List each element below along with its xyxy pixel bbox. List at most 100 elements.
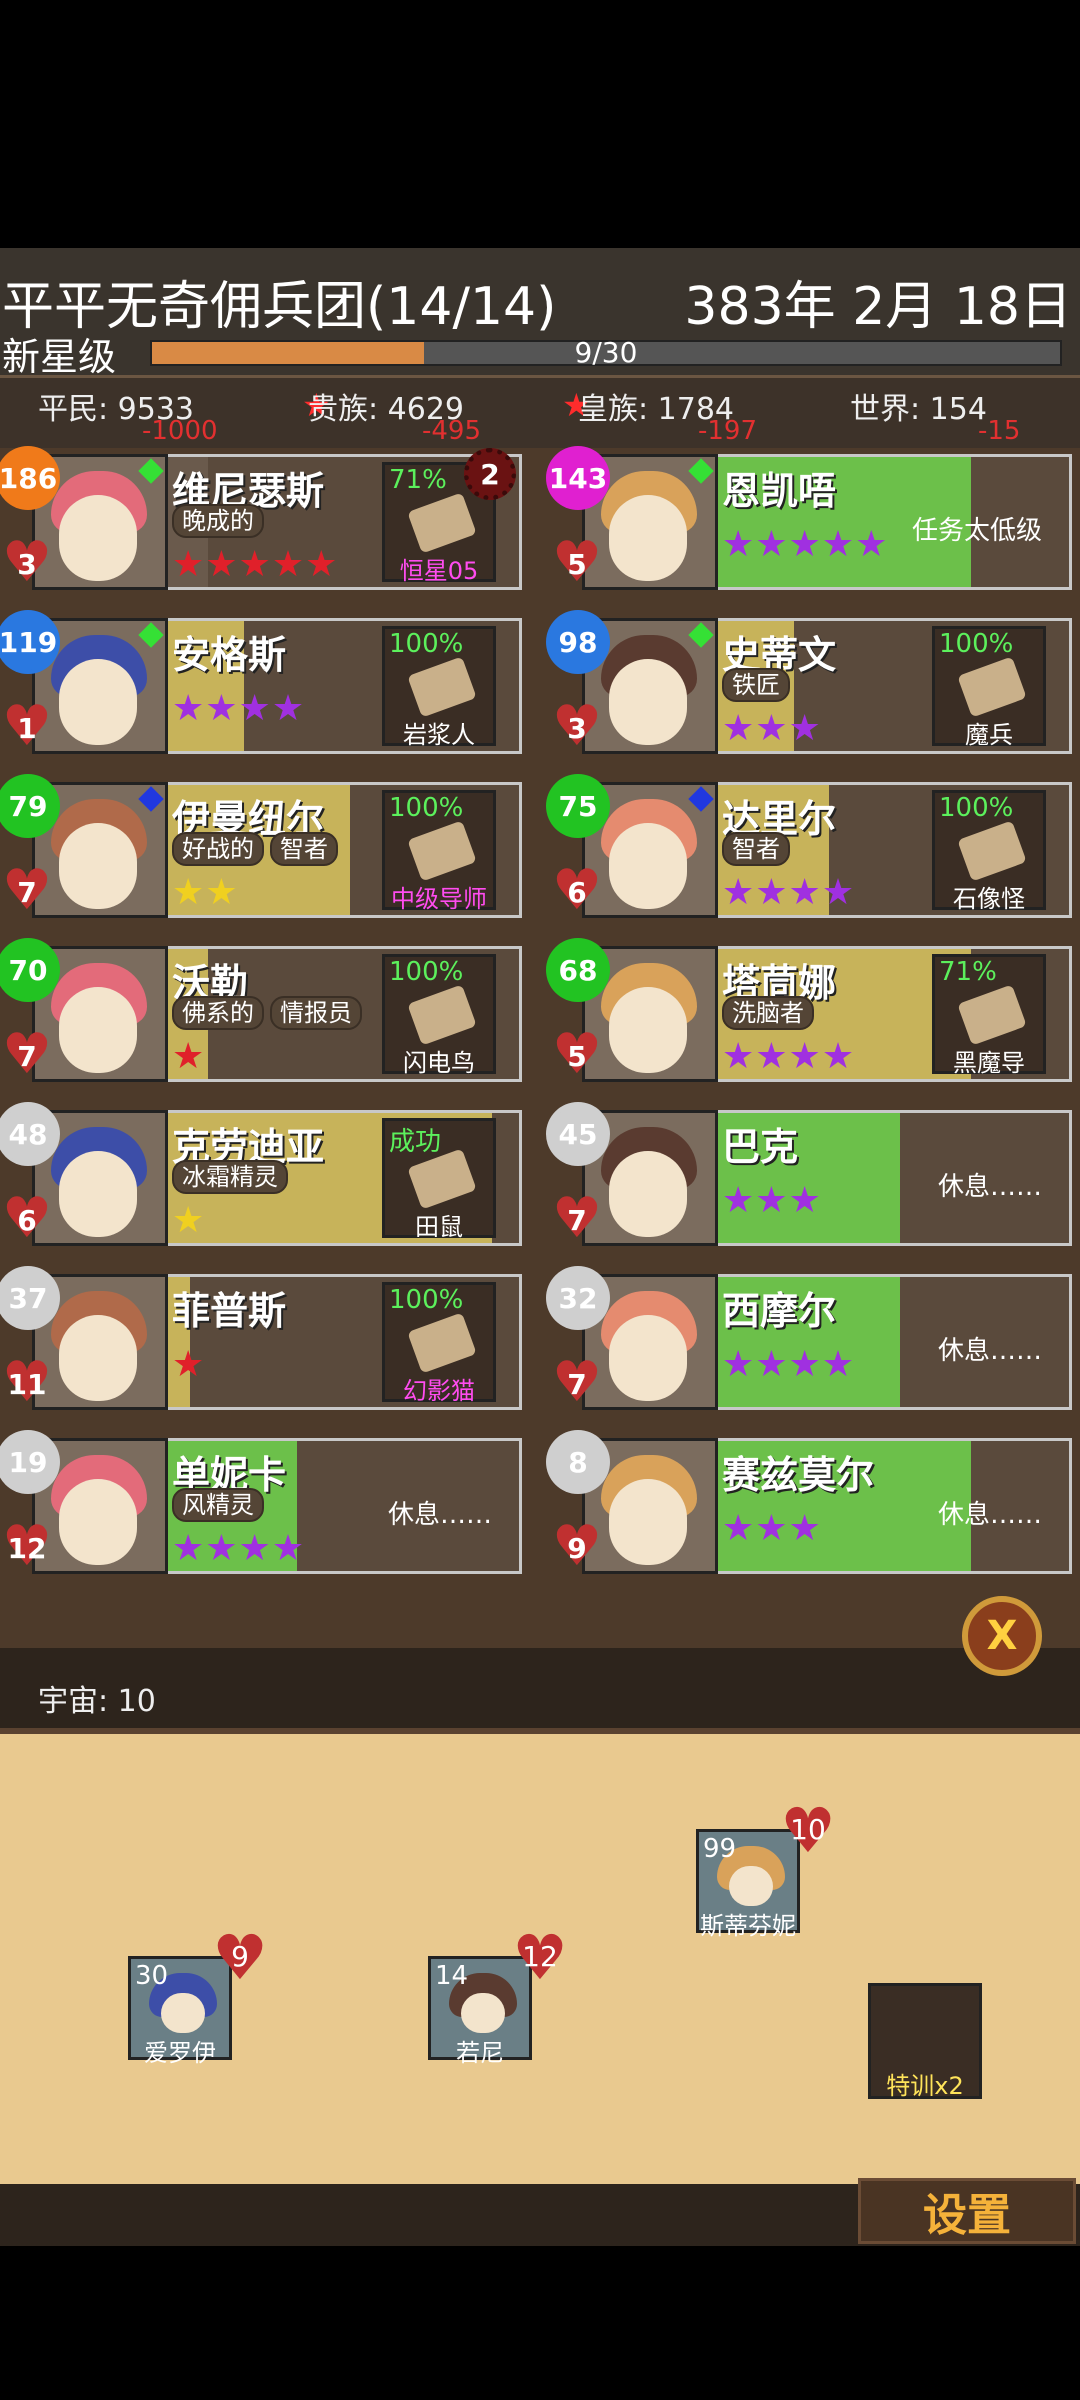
task-percent: 100%	[389, 793, 464, 823]
task-slot[interactable]: 100% 石像怪	[932, 790, 1046, 913]
unit-level: 30	[135, 1961, 169, 1991]
face	[461, 1993, 505, 2033]
mercenary-roster: 186 ♥ 3 维尼瑟斯 晚成的 ★★★★★ 71% 恒星05 2 143 ♥ 5 恩凯唔 ★★★★★ 任务…	[0, 446, 1080, 1648]
task-name: 中级导师	[391, 885, 487, 913]
task-name: 石像怪	[953, 885, 1025, 913]
hp-value: 3	[567, 712, 587, 745]
task-name: 黑魔导	[953, 1049, 1025, 1077]
mercenary-card[interactable]: 79 ♥ 7 伊曼纽尔 好战的 智者 ★★ 100% 中级导师	[0, 774, 522, 919]
face	[729, 1866, 773, 1906]
task-percent: 100%	[389, 629, 464, 659]
settings-button[interactable]: 设置	[858, 2178, 1076, 2244]
star-rating: ★★★	[722, 1508, 822, 1549]
scroll-icon	[407, 1312, 477, 1374]
hp-value: 7	[17, 876, 37, 909]
settings-label: 设置	[923, 2190, 1011, 2241]
stat-royal-diff: -197	[698, 416, 758, 446]
special-training-slot[interactable]: 特训x2	[868, 1983, 982, 2100]
face	[161, 1993, 205, 2033]
level-badge: 45	[546, 1102, 610, 1166]
trait-list: 好战的 智者	[172, 832, 344, 866]
mercenary-card[interactable]: 75 ♥ 6 达里尔 智者 ★★★★ 100% 石像怪	[546, 774, 1072, 919]
trait-list: 冰霜精灵	[172, 1160, 294, 1194]
task-percent: 成功	[389, 1127, 442, 1157]
task-name: 闪电鸟	[403, 1049, 475, 1077]
hp-value: 12	[522, 1940, 558, 1973]
task-slot[interactable]: 成功 田鼠	[382, 1118, 496, 1241]
face	[609, 1151, 687, 1237]
hp-value: 1	[17, 712, 37, 745]
level-badge: 8	[546, 1430, 610, 1494]
scroll-icon	[407, 492, 477, 554]
stat-world-diff: -15	[978, 416, 1021, 446]
task-slot[interactable]: 100% 岩浆人	[382, 626, 496, 749]
mercenary-card[interactable]: 37 ♥ 11 菲普斯 ★ 100% 幻影猫	[0, 1266, 522, 1411]
face	[59, 1315, 137, 1401]
mercenary-card[interactable]: 186 ♥ 3 维尼瑟斯 晚成的 ★★★★★ 71% 恒星05 2	[0, 446, 522, 591]
scroll-icon	[407, 984, 477, 1046]
mercenary-card[interactable]: 32 ♥ 7 西摩尔 ★★★★ 休息……	[546, 1266, 1072, 1411]
face	[59, 987, 137, 1073]
task-slot[interactable]: 100% 闪电鸟	[382, 954, 496, 1077]
unit-level: 99	[703, 1834, 737, 1864]
trait-list: 风精灵	[172, 1488, 270, 1522]
close-icon: X	[986, 1613, 1018, 1659]
task-percent: 71%	[389, 465, 447, 495]
level-badge: 75	[546, 774, 610, 838]
face	[609, 1479, 687, 1565]
trait-tag: 智者	[270, 832, 338, 866]
special-training-label: 特训x2	[886, 2072, 964, 2100]
mercenary-card[interactable]: 68 ♥ 5 塔茼娜 洗脑者 ★★★★ 71% 黑魔导	[546, 938, 1072, 1083]
star-rating: ★★★★	[172, 1528, 306, 1569]
task-slot[interactable]: 71% 黑魔导	[932, 954, 1046, 1077]
level-badge: 68	[546, 938, 610, 1002]
scroll-icon	[407, 820, 477, 882]
task-percent: 100%	[389, 1285, 464, 1315]
close-button[interactable]: X	[962, 1596, 1042, 1676]
hp-value: 10	[790, 1813, 826, 1846]
mercenary-card[interactable]: 70 ♥ 7 沃勒 佛系的 情报员 ★ 100% 闪电鸟	[0, 938, 522, 1083]
trait-tag: 好战的	[172, 832, 264, 866]
guild-rank: 新星级	[2, 335, 117, 379]
mercenary-card[interactable]: 8 ♥ 9 赛兹莫尔 ★★★ 休息……	[546, 1430, 1072, 1575]
status-text: 休息……	[937, 1336, 1042, 1366]
hp-value: 12	[7, 1532, 47, 1565]
scroll-icon	[957, 656, 1027, 718]
trait-tag: 情报员	[270, 996, 362, 1030]
star-rating: ★★★	[722, 708, 822, 749]
mercenary-card[interactable]: 45 ♥ 7 巴克 ★★★ 休息……	[546, 1102, 1072, 1247]
mercenary-card[interactable]: 48 ♥ 6 克劳迪亚 冰霜精灵 ★ 成功 田鼠	[0, 1102, 522, 1247]
star-rating: ★★★★	[172, 688, 306, 729]
star-rating: ★★	[172, 872, 239, 913]
stat-world: 世界: 154	[850, 392, 987, 427]
hp-value: 7	[17, 1040, 37, 1073]
hp-value: 6	[567, 876, 587, 909]
face	[59, 659, 137, 745]
task-slot[interactable]: 100% 中级导师	[382, 790, 496, 913]
star-rating: ★★★★★	[172, 544, 339, 585]
star-rating: ★	[172, 1200, 206, 1241]
mercenary-name: 赛兹莫尔	[722, 1453, 875, 1497]
mercenary-name: 巴克	[722, 1125, 799, 1169]
star-rating: ★	[172, 1344, 206, 1385]
mercenary-card[interactable]: 143 ♥ 5 恩凯唔 ★★★★★ 任务太低级	[546, 446, 1072, 591]
status-text: 休息……	[937, 1172, 1042, 1202]
trait-list: 铁匠	[722, 668, 796, 702]
task-percent: 100%	[939, 793, 1014, 823]
face	[59, 495, 137, 581]
trait-tag: 风精灵	[172, 1488, 264, 1522]
trait-tag: 佛系的	[172, 996, 264, 1030]
scroll-icon	[957, 984, 1027, 1046]
stat-noble-diff: -495	[422, 416, 482, 446]
mercenary-card[interactable]: 98 ♥ 3 史蒂文 铁匠 ★★★ 100% 魔兵	[546, 610, 1072, 755]
status-text: 任务太低级	[911, 516, 1042, 546]
task-percent: 71%	[939, 957, 997, 987]
task-slot[interactable]: 100% 魔兵	[932, 626, 1046, 749]
task-name: 魔兵	[965, 721, 1013, 749]
mercenary-card[interactable]: 119 ♥ 1 安格斯 ★★★★ 100% 岩浆人	[0, 610, 522, 755]
mercenary-card[interactable]: 19 ♥ 12 单妮卡 风精灵 ★★★★ 休息……	[0, 1430, 522, 1575]
status-text: 休息……	[387, 1500, 492, 1530]
mercenary-name: 西摩尔	[722, 1289, 837, 1333]
task-slot[interactable]: 100% 幻影猫	[382, 1282, 496, 1405]
stat-commoner-diff: -1000	[142, 416, 218, 446]
